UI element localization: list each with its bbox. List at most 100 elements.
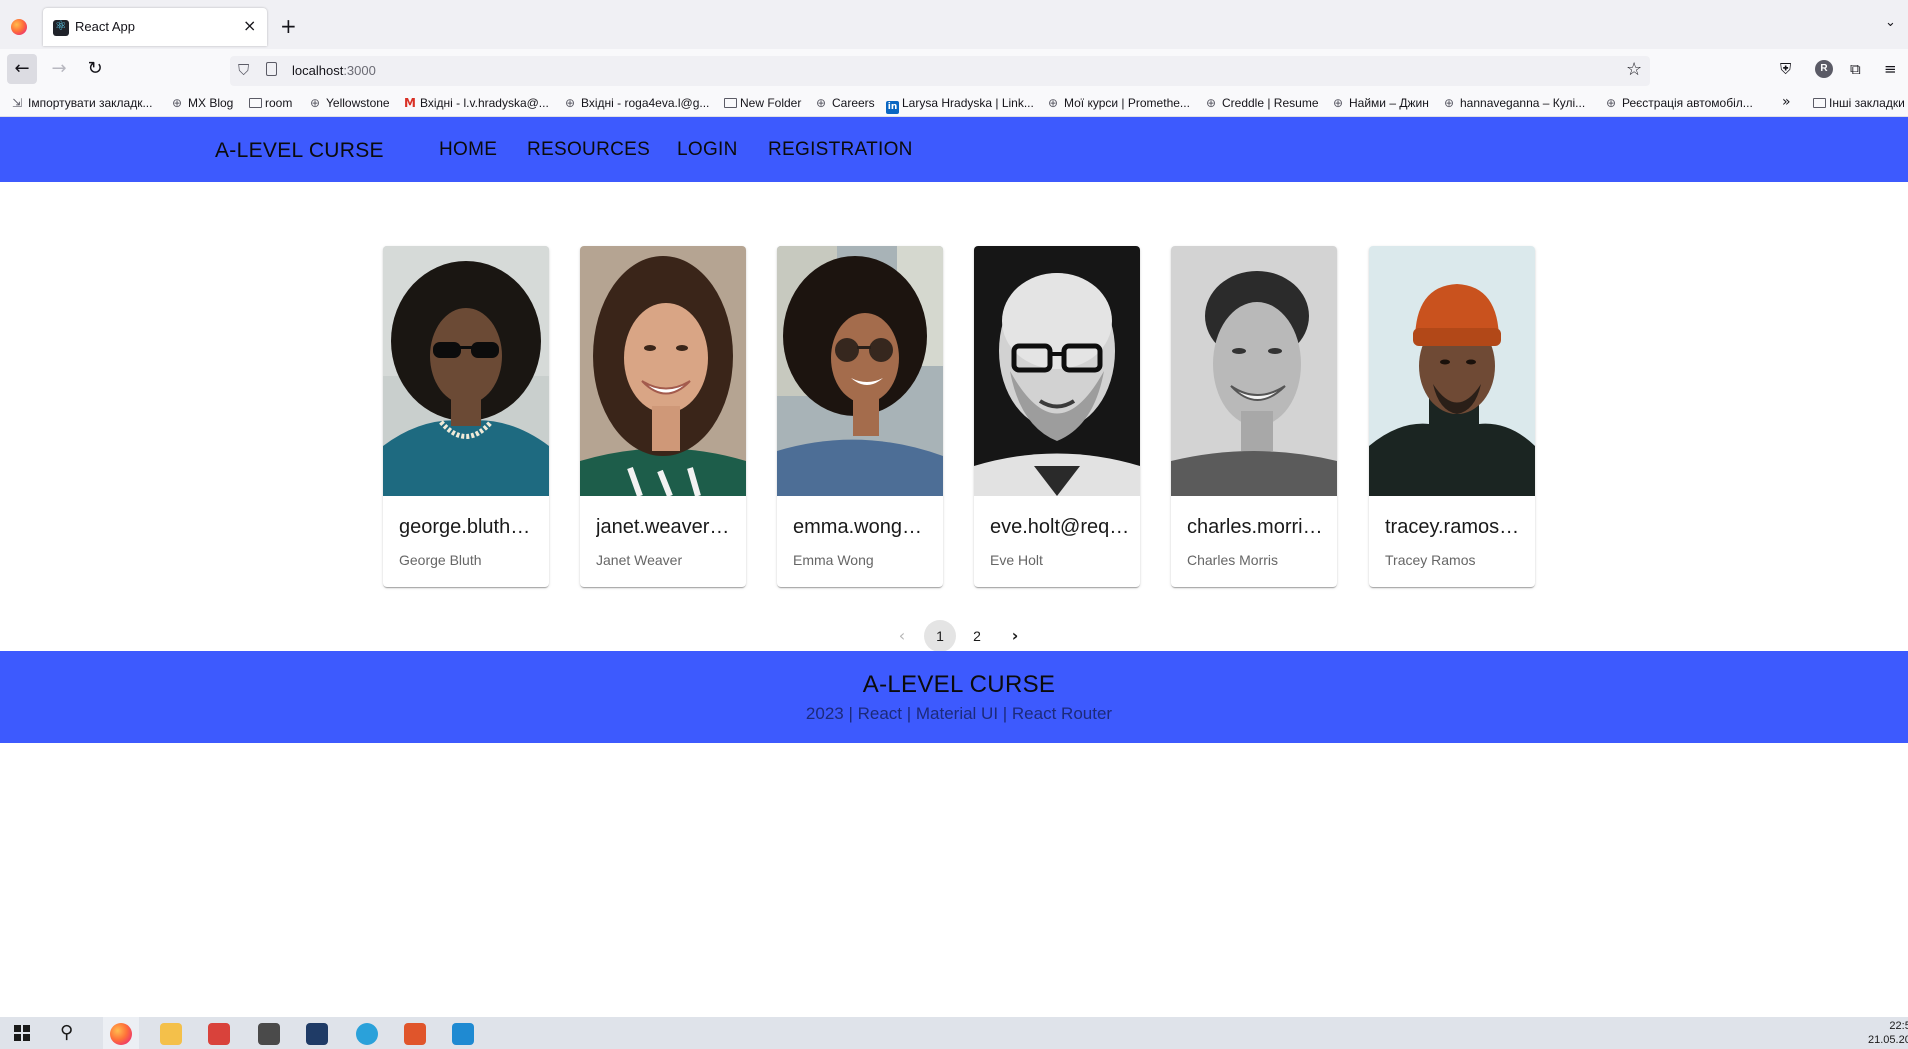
bookmark-label: Вхідні - roga4eva.l@g... [581,96,710,110]
globe-icon: ⊕ [1206,96,1217,110]
nav-home[interactable]: HOME [439,139,497,161]
bookmarks-bar: » Інші закладки ⇲ Імпортувати закладк... ⊕… [0,91,1908,117]
clock-time: 22:53 [1889,1020,1908,1032]
globe-icon: ⊕ [816,96,827,110]
bookmark-item[interactable]: ⊕ hannaveganna – Кулі... [1444,96,1585,110]
pagination-prev-icon[interactable]: ‹ [886,620,918,652]
user-name: Eve Holt [990,552,1043,568]
react-logo-icon [53,19,69,36]
gmail-icon: M [404,96,416,110]
browser-tab-strip: React App × + ⌄ [0,0,1908,49]
bookmark-label: Вхідні - l.v.hradyska@... [420,96,549,110]
bookmark-item[interactable]: ⊕ Careers [816,96,875,110]
user-email: emma.wong@reqres.in [793,516,933,538]
extensions-icon[interactable]: ⧉ [1850,60,1861,78]
search-icon[interactable]: ⚲ [60,1022,73,1043]
tab-title: React App [75,19,135,34]
clock[interactable]: 22:53 21.05.202 [1868,1019,1908,1047]
user-photo [777,246,943,496]
bookmark-label: Мої курси | Promethe... [1064,96,1190,110]
nav-login[interactable]: LOGIN [677,139,738,161]
bookmark-item[interactable]: ⊕ Реєстрація автомобіл... [1606,96,1753,110]
media-player-icon[interactable] [258,1023,280,1045]
back-arrow-icon[interactable]: ← [7,54,37,84]
forward-arrow-icon[interactable]: → [44,54,74,84]
presentation-app-icon[interactable] [404,1023,426,1045]
bookmark-label: room [265,96,293,110]
chevron-down-icon[interactable]: ⌄ [1885,15,1896,30]
bookmark-item[interactable]: ⊕ MX Blog [172,96,233,110]
nav-registration[interactable]: REGISTRATION [768,139,913,161]
user-card[interactable]: charles.morris@reqres.in Charles Morris [1171,246,1337,587]
user-card[interactable]: tracey.ramos@reqres.in Tracey Ramos [1369,246,1535,587]
double-chevron-right-icon[interactable]: » [1782,94,1791,110]
windows-start-icon[interactable] [14,1025,30,1041]
app-header: A-LEVEL CURSE HOME RESOURCES LOGIN REGIS… [0,117,1908,182]
bookmark-item[interactable]: ⇲ Імпортувати закладк... [12,96,152,110]
globe-icon: ⊕ [565,96,576,110]
user-email: charles.morris@reqres.in [1187,516,1327,538]
user-email: eve.holt@reqres.in [990,516,1130,538]
globe-icon: ⊕ [1048,96,1059,110]
pagination-next-icon[interactable]: › [999,620,1031,652]
bookmark-star-icon[interactable]: ☆ [1626,59,1642,80]
app-footer: A-LEVEL CURSE 2023 | React | Material UI… [0,651,1908,743]
bookmark-other[interactable]: Інші закладки [1813,96,1905,110]
bookmark-label: Larysa Hradyska | Link... [902,96,1034,110]
url-host: localhost [292,63,344,78]
bookmark-item[interactable]: ⊕ Yellowstone [310,96,390,110]
powershell-icon[interactable] [306,1023,328,1045]
folder-icon [249,98,262,108]
vscode-icon[interactable] [452,1023,474,1045]
browser-navigation-bar: ← → ↻ ⛉ localhost:3000 ☆ ⛨ R ⧉ ≡ [0,49,1908,91]
user-card[interactable]: george.bluth@reqres.in George Bluth [383,246,549,587]
user-card[interactable]: eve.holt@reqres.in Eve Holt [974,246,1140,587]
firefox-taskbar-icon[interactable] [110,1023,132,1045]
bookmark-item[interactable]: New Folder [724,96,801,110]
bookmark-label: Yellowstone [326,96,390,110]
bookmark-item[interactable]: room [249,96,292,110]
address-bar[interactable]: ⛉ localhost:3000 ☆ [230,56,1650,86]
new-tab-icon[interactable]: + [280,14,297,38]
import-icon: ⇲ [12,96,23,110]
bookmark-item[interactable]: in Larysa Hradyska | Link... [886,96,1034,114]
clock-date: 21.05.202 [1868,1034,1908,1046]
account-avatar-icon[interactable]: R [1815,60,1833,78]
bookmark-item[interactable]: ⊕ Creddle | Resume [1206,96,1319,110]
app-brand[interactable]: A-LEVEL CURSE [215,139,384,163]
globe-icon: ⊕ [310,96,321,110]
bookmark-item[interactable]: ⊕ Мої курси | Promethe... [1048,96,1190,110]
pocket-icon[interactable]: ⛨ [1780,60,1791,78]
user-photo [974,246,1140,496]
app-taskbar-icon[interactable] [208,1023,230,1045]
nav-resources[interactable]: RESOURCES [527,139,650,161]
browser-tab[interactable]: React App × [43,8,267,46]
bookmark-item[interactable]: ⊕ Вхідні - roga4eva.l@g... [565,96,709,110]
bookmark-label: Реєстрація автомобіл... [1622,96,1753,110]
telegram-icon[interactable] [356,1023,378,1045]
firefox-logo-icon[interactable] [11,19,27,35]
globe-icon: ⊕ [1444,96,1455,110]
bookmark-label: MX Blog [188,96,234,110]
pagination-page-1[interactable]: 1 [924,620,956,652]
bookmark-item[interactable]: M Вхідні - l.v.hradyska@... [404,96,549,110]
user-name: Tracey Ramos [1385,552,1476,568]
folder-icon [1813,98,1826,108]
bookmark-other-label: Інші закладки [1829,96,1905,110]
footer-subtitle: 2023 | React | Material UI | React Route… [805,704,1113,723]
globe-icon: ⊕ [172,96,183,110]
pagination-page-2[interactable]: 2 [961,620,993,652]
user-card[interactable]: janet.weaver@reqres.in Janet Weaver [580,246,746,587]
shield-icon[interactable]: ⛉ [238,61,249,79]
bookmark-label: New Folder [740,96,802,110]
user-name: Janet Weaver [596,552,683,568]
reload-icon[interactable]: ↻ [80,54,110,84]
file-explorer-icon[interactable] [160,1023,182,1045]
page-icon [266,62,277,76]
url-text[interactable]: localhost:3000 [292,63,376,78]
user-card[interactable]: emma.wong@reqres.in Emma Wong [777,246,943,587]
bookmark-item[interactable]: ⊕ Найми – Джин [1333,96,1429,110]
user-photo [580,246,746,496]
close-tab-icon[interactable]: × [243,16,256,35]
hamburger-menu-icon[interactable]: ≡ [1884,60,1897,78]
